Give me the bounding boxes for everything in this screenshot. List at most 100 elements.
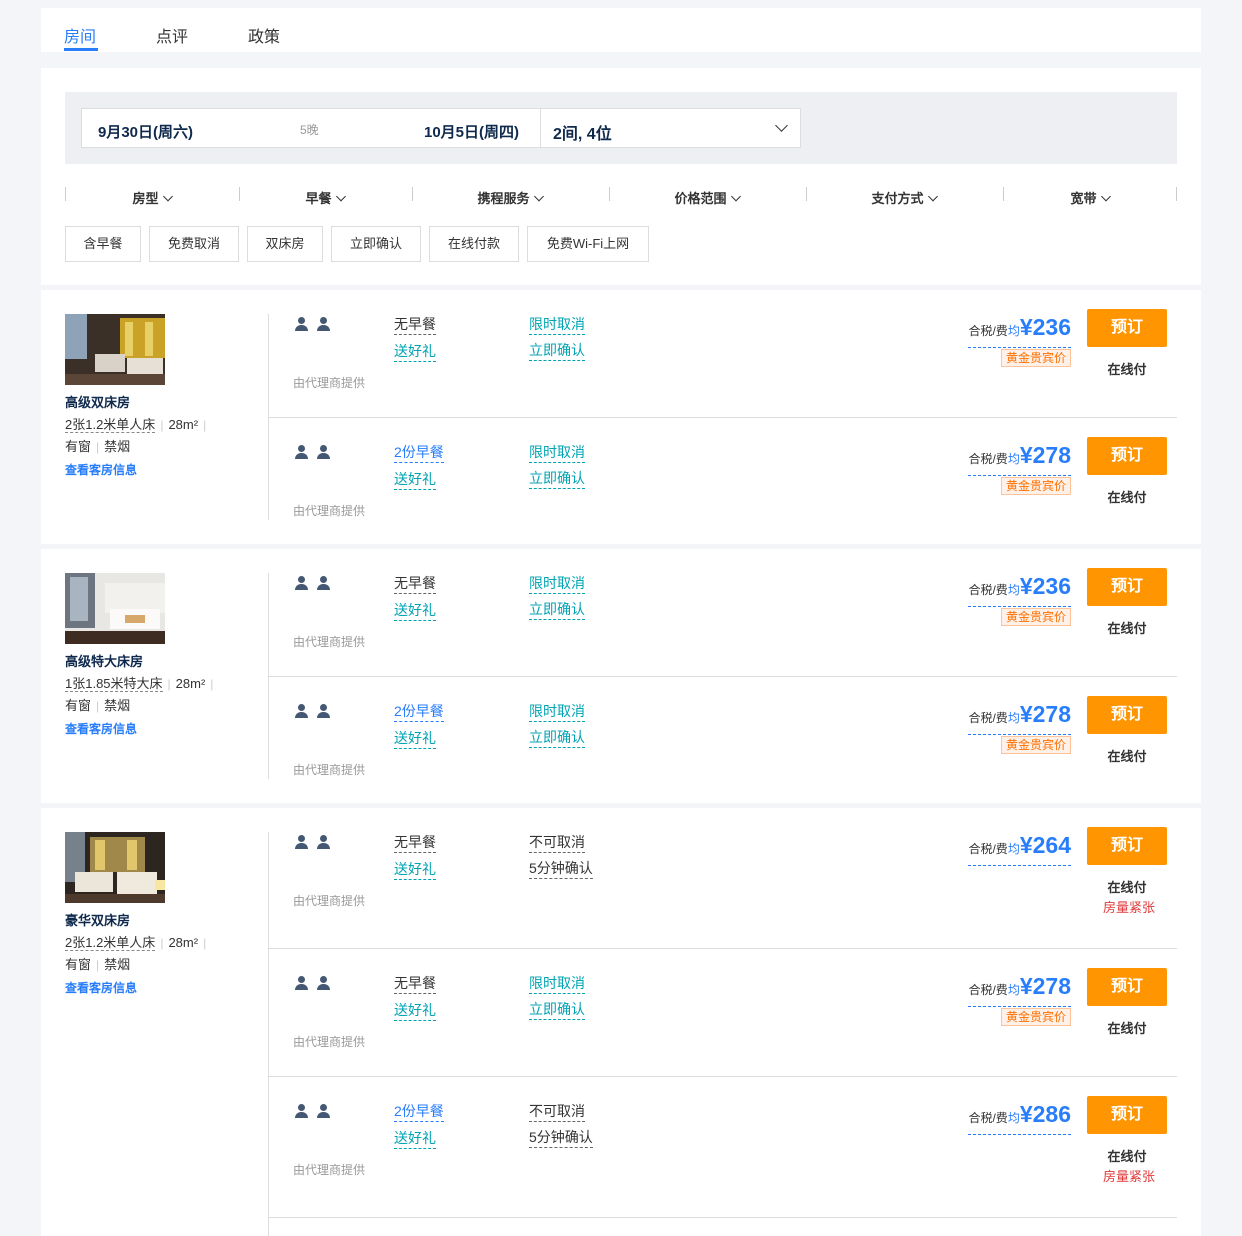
cancel-policy[interactable]: 限时取消 (529, 573, 585, 594)
cancel-policy[interactable]: 限时取消 (529, 314, 585, 335)
occupancy-icon (295, 317, 335, 331)
breakfast-info[interactable]: 2份早餐 (394, 1101, 444, 1122)
vip-price-badge[interactable]: 黄金贵宾价 (1000, 477, 1071, 495)
confirm-policy[interactable]: 5分钟确认 (529, 858, 593, 879)
room-price[interactable]: 合税/费均¥236 (968, 314, 1071, 348)
filter-price-range[interactable]: 价格范围 (674, 188, 741, 207)
book-button[interactable]: 预订 (1087, 1096, 1167, 1134)
chevron-down-icon (534, 191, 544, 202)
search-bar: 9月30日(周六) 5晚 10月5日(周四) 2间, 4位 (65, 92, 1177, 164)
chevron-down-icon (163, 191, 173, 202)
search-panel: 9月30日(周六) 5晚 10月5日(周四) 2间, 4位 房型 早餐 携程服务… (41, 68, 1201, 285)
room-info-link[interactable]: 查看客房信息 (65, 461, 137, 478)
room-photo[interactable] (65, 573, 165, 644)
room-bed-area: 2张1.2米单人床 | 28m² | (65, 417, 207, 433)
breakfast-info[interactable]: 2份早餐 (394, 701, 444, 722)
payment-method: 在线付 (1107, 1149, 1147, 1164)
breakfast-info[interactable]: 无早餐 (394, 314, 436, 335)
room-card: 高级双床房 2张1.2米单人床 | 28m² | 有窗 | 禁烟 查看客房信息 由代理商提… (41, 290, 1201, 544)
room-card: 高级特大床房 1张1.85米特大床 | 28m² | 有窗 | 禁烟 查看客房信息 由代理… (41, 549, 1201, 803)
room-price[interactable]: 合税/费均¥236 (968, 573, 1071, 607)
tag-twin-room[interactable]: 双床房 (247, 226, 323, 262)
occupancy-icon (295, 576, 335, 590)
cancel-policy[interactable]: 不可取消 (529, 832, 585, 853)
filter-divider (1176, 187, 1177, 201)
room-info-link[interactable]: 查看客房信息 (65, 979, 137, 996)
date-picker[interactable]: 9月30日(周六) 5晚 10月5日(周四) (81, 108, 541, 148)
breakfast-info[interactable]: 无早餐 (394, 573, 436, 594)
bed-type[interactable]: 2张1.2米单人床 (65, 935, 156, 951)
checkout-date[interactable]: 10月5日(周四) (424, 121, 519, 142)
tag-online-pay[interactable]: 在线付款 (429, 226, 519, 262)
occupancy-icon (295, 976, 335, 990)
filter-breakfast[interactable]: 早餐 (305, 188, 346, 207)
room-price[interactable]: 合税/费均¥278 (968, 701, 1071, 735)
breakfast-info[interactable]: 2份早餐 (394, 442, 444, 463)
room-price[interactable]: 合税/费均¥264 (968, 832, 1071, 866)
cancel-policy[interactable]: 不可取消 (529, 1101, 585, 1122)
gift-link[interactable]: 送好礼 (394, 728, 436, 749)
gift-link[interactable]: 送好礼 (394, 1128, 436, 1149)
guest-room-selector[interactable]: 2间, 4位 (540, 108, 801, 148)
confirm-policy[interactable]: 立即确认 (529, 727, 585, 748)
confirm-policy[interactable]: 立即确认 (529, 999, 585, 1020)
room-price[interactable]: 合税/费均¥278 (968, 973, 1071, 1007)
row-divider (269, 948, 1177, 949)
book-button[interactable]: 预订 (1087, 568, 1167, 606)
book-button[interactable]: 预订 (1087, 309, 1167, 347)
tag-free-wifi[interactable]: 免费Wi-Fi上网 (527, 226, 649, 262)
filter-room-type[interactable]: 房型 (132, 188, 173, 207)
room-photo[interactable] (65, 314, 165, 385)
tab-policy[interactable]: 政策 (248, 23, 280, 47)
rate-row: 由代理商提供 无早餐 送好礼 限时取消 立即确认 合税/费均¥236 黄金贵宾价… (269, 568, 1177, 677)
room-photo[interactable] (65, 832, 165, 903)
rate-row: 由代理商提供 2份早餐 送好礼 限时取消 立即确认 合税/费均¥278 黄金贵宾… (269, 696, 1177, 781)
tab-reviews[interactable]: 点评 (156, 23, 188, 47)
cancel-policy[interactable]: 限时取消 (529, 973, 585, 994)
vip-price-badge[interactable]: 黄金贵宾价 (1000, 349, 1071, 367)
gift-link[interactable]: 送好礼 (394, 341, 436, 362)
book-button[interactable]: 预订 (1087, 827, 1167, 865)
payment-method: 在线付 (1107, 1021, 1147, 1036)
vip-price-badge[interactable]: 黄金贵宾价 (1000, 608, 1071, 626)
cancel-policy[interactable]: 限时取消 (529, 442, 585, 463)
book-button[interactable]: 预订 (1087, 696, 1167, 734)
room-price[interactable]: 合税/费均¥278 (968, 442, 1071, 476)
gift-link[interactable]: 送好礼 (394, 859, 436, 880)
room-info-link[interactable]: 查看客房信息 (65, 720, 137, 737)
confirm-policy[interactable]: 立即确认 (529, 599, 585, 620)
provider-note: 由代理商提供 (293, 763, 366, 777)
filter-divider (412, 187, 413, 201)
confirm-policy[interactable]: 立即确认 (529, 340, 585, 361)
gift-link[interactable]: 送好礼 (394, 600, 436, 621)
tag-instant-confirm[interactable]: 立即确认 (331, 226, 421, 262)
filter-ctrip-service[interactable]: 携程服务 (477, 188, 544, 207)
bed-type[interactable]: 2张1.2米单人床 (65, 417, 156, 433)
filter-broadband[interactable]: 宽带 (1070, 188, 1111, 207)
filter-divider (1003, 187, 1004, 201)
breakfast-info[interactable]: 无早餐 (394, 973, 436, 994)
tag-free-cancel[interactable]: 免费取消 (149, 226, 239, 262)
filter-payment[interactable]: 支付方式 (871, 188, 938, 207)
book-button[interactable]: 预订 (1087, 437, 1167, 475)
bed-type[interactable]: 1张1.85米特大床 (65, 676, 163, 692)
gift-link[interactable]: 送好礼 (394, 1000, 436, 1021)
room-name: 高级特大床房 (65, 654, 144, 669)
rate-row: 由代理商提供 2份早餐 送好礼 限时取消 立即确认 合税/费均¥278 黄金贵宾… (269, 437, 1177, 522)
cancel-policy[interactable]: 限时取消 (529, 701, 585, 722)
confirm-policy[interactable]: 立即确认 (529, 468, 585, 489)
book-button[interactable]: 预订 (1087, 968, 1167, 1006)
room-price[interactable]: 合税/费均¥286 (968, 1101, 1071, 1135)
vip-price-badge[interactable]: 黄金贵宾价 (1000, 1008, 1071, 1026)
tab-rooms[interactable]: 房间 (64, 23, 96, 47)
breakfast-info[interactable]: 无早餐 (394, 832, 436, 853)
tag-breakfast[interactable]: 含早餐 (65, 226, 141, 262)
room-area: 28m² (175, 676, 206, 691)
confirm-policy[interactable]: 5分钟确认 (529, 1127, 593, 1148)
room-card: 豪华双床房 2张1.2米单人床 | 28m² | 有窗 | 禁烟 查看客房信息 由代理商提… (41, 808, 1201, 1236)
vip-price-badge[interactable]: 黄金贵宾价 (1000, 736, 1071, 754)
gift-link[interactable]: 送好礼 (394, 469, 436, 490)
checkin-date[interactable]: 9月30日(周六) (98, 121, 193, 142)
payment-method: 在线付 (1107, 880, 1147, 895)
filter-divider (806, 187, 807, 201)
